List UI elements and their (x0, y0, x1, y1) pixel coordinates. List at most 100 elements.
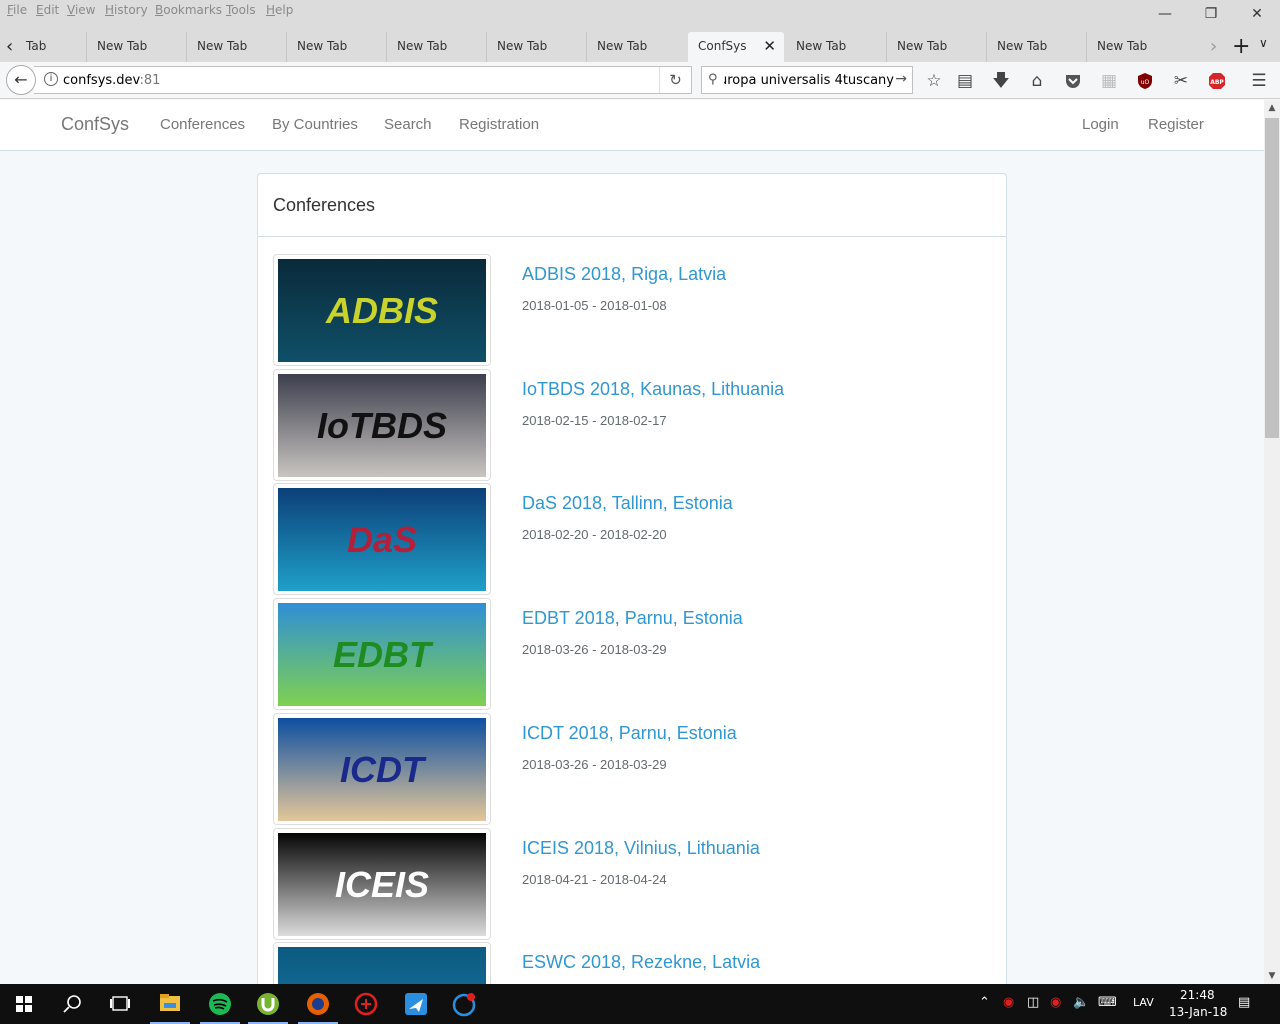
menu-history[interactable]: History (105, 3, 148, 17)
url-bar[interactable]: i confsys.dev:81 ↻ (34, 66, 692, 94)
tab[interactable]: New Tab (386, 32, 486, 62)
search-bar[interactable]: ⚲ europa universalis 4tuscany → (701, 66, 913, 94)
menu-bookmarks[interactable]: Bookmarks (155, 3, 222, 17)
search-icon[interactable] (48, 984, 96, 1024)
tab-label: New Tab (97, 39, 148, 53)
hamburger-menu-icon[interactable]: ☰ (1246, 68, 1272, 94)
action-center-icon[interactable]: ▤ (1238, 995, 1250, 1010)
site-navbar: ConfSys Conferences By Countries Search … (0, 100, 1264, 151)
search-input[interactable]: europa universalis 4tuscany (724, 73, 894, 88)
scroll-down-arrow-icon[interactable]: ▼ (1264, 968, 1280, 984)
panel-heading: Conferences (258, 174, 1006, 237)
menu-view[interactable]: View (67, 3, 95, 17)
tab[interactable]: New Tab (286, 32, 386, 62)
nav-conferences[interactable]: Conferences (160, 116, 245, 133)
site-info-icon[interactable]: i (44, 72, 58, 86)
tab-label: New Tab (297, 39, 348, 53)
conference-thumbnail[interactable]: DaS (273, 483, 491, 596)
nav-register[interactable]: Register (1148, 116, 1204, 133)
minimize-icon[interactable]: — (1142, 3, 1188, 25)
close-window-icon[interactable]: ✕ (1234, 3, 1280, 25)
reader-list-icon[interactable]: ▤ (952, 68, 978, 94)
url-text[interactable]: confsys.dev:81 (63, 73, 160, 88)
tab[interactable]: Tab (16, 32, 86, 62)
menu-edit[interactable]: Edit (36, 3, 59, 17)
scroll-up-arrow-icon[interactable]: ▲ (1264, 100, 1280, 116)
windows-start-icon[interactable] (0, 984, 48, 1024)
tab[interactable]: New Tab (886, 32, 986, 62)
conference-title-link[interactable]: ADBIS 2018, Riga, Latvia (522, 264, 726, 285)
conference-title-link[interactable]: IoTBDS 2018, Kaunas, Lithuania (522, 379, 784, 400)
home-icon[interactable]: ⌂ (1024, 68, 1050, 94)
task-view-icon[interactable] (96, 984, 144, 1024)
conference-title-link[interactable]: EDBT 2018, Parnu, Estonia (522, 608, 743, 629)
conference-thumbnail[interactable]: ESWC (273, 942, 491, 984)
tray-app-red-icon[interactable]: ◉ (1003, 995, 1014, 1010)
bookmark-star-icon[interactable]: ☆ (921, 68, 947, 94)
tray-mega-icon[interactable]: ◉ (1050, 995, 1061, 1010)
pocket-icon[interactable] (1060, 68, 1086, 94)
tab[interactable]: New Tab (1086, 32, 1196, 62)
nav-login[interactable]: Login (1082, 116, 1119, 133)
conference-thumbnail[interactable]: IoTBDS (273, 368, 491, 481)
tab-label: New Tab (796, 39, 847, 53)
tab[interactable]: New Tab (86, 32, 186, 62)
tab[interactable]: New Tab (186, 32, 286, 62)
conference-title-link[interactable]: ESWC 2018, Rezekne, Latvia (522, 952, 760, 973)
nav-search[interactable]: Search (384, 116, 432, 133)
tab[interactable]: New Tab (486, 32, 586, 62)
scrollbar-thumb[interactable] (1265, 118, 1279, 438)
tray-volume-icon[interactable]: 🔈 (1073, 995, 1089, 1010)
conference-title-link[interactable]: ICEIS 2018, Vilnius, Lithuania (522, 838, 760, 859)
utorrent-icon[interactable] (244, 984, 292, 1024)
tab-scroll-left-icon[interactable]: ‹ (6, 36, 13, 57)
page-scrollbar[interactable]: ▲ ▼ (1264, 100, 1280, 984)
web-page: ConfSys Conferences By Countries Search … (0, 100, 1264, 984)
conference-dates: 2018-02-20 - 2018-02-20 (522, 527, 667, 543)
close-tab-icon[interactable]: ✕ (763, 32, 776, 60)
adblock-plus-icon[interactable]: ABP (1204, 68, 1230, 94)
tray-chevron-up-icon[interactable]: ⌃ (979, 995, 990, 1010)
conference-thumbnail[interactable]: ICEIS (273, 827, 491, 940)
clock-date[interactable]: 13-Jan-18 (1169, 1005, 1227, 1019)
nav-by-countries[interactable]: By Countries (272, 116, 358, 133)
menu-help[interactable]: Help (266, 3, 293, 17)
search-go-arrow-icon[interactable]: → (895, 71, 907, 87)
conference-thumbnail[interactable]: EDBT (273, 598, 491, 711)
conference-thumbnail[interactable]: ADBIS (273, 254, 491, 366)
spotify-icon[interactable] (196, 984, 244, 1024)
tray-network-icon[interactable]: ◫ (1027, 995, 1039, 1010)
site-brand[interactable]: ConfSys (61, 114, 129, 135)
file-explorer-icon[interactable] (146, 984, 194, 1024)
tray-language[interactable]: LAV (1133, 996, 1154, 1009)
app-blue-icon[interactable] (392, 984, 440, 1024)
tab[interactable]: New Tab (786, 32, 886, 62)
reload-icon[interactable]: ↻ (659, 67, 691, 93)
restore-icon[interactable]: ❐ (1188, 3, 1234, 25)
back-button[interactable]: ← (6, 65, 36, 95)
firefox-icon[interactable] (294, 984, 342, 1024)
tab-scroll-right-icon[interactable]: › (1210, 36, 1217, 57)
app-red-icon[interactable] (342, 984, 390, 1024)
screenshot-icon[interactable]: ✂ (1168, 68, 1194, 94)
conference-thumbnail[interactable]: ICDT (273, 712, 491, 825)
menu-file[interactable]: File (7, 3, 27, 17)
tab[interactable]: New Tab (586, 32, 686, 62)
clock-time[interactable]: 21:48 (1180, 988, 1215, 1002)
menu-tools[interactable]: Tools (226, 3, 256, 17)
new-tab-plus-icon[interactable]: + (1232, 34, 1250, 59)
conference-logo-text: IoTBDS (317, 405, 447, 446)
tab-active[interactable]: ConfSys ✕ (688, 32, 784, 63)
library-icon[interactable]: ▦ (1096, 68, 1122, 94)
download-icon[interactable]: 🡇 (988, 68, 1014, 94)
svg-text:ABP: ABP (1210, 79, 1224, 86)
conference-title-link[interactable]: DaS 2018, Tallinn, Estonia (522, 493, 733, 514)
tray-keyboard-icon[interactable]: ⌨ (1098, 995, 1117, 1010)
ublock-icon[interactable]: uO (1132, 68, 1158, 94)
tab[interactable]: New Tab (986, 32, 1086, 62)
tab-list-chevron-icon[interactable]: ∨ (1259, 36, 1268, 50)
nav-registration[interactable]: Registration (459, 116, 539, 133)
conference-title-link[interactable]: ICDT 2018, Parnu, Estonia (522, 723, 737, 744)
app-sync-icon[interactable] (440, 984, 488, 1024)
search-magnifier-icon: ⚲ (708, 72, 718, 87)
